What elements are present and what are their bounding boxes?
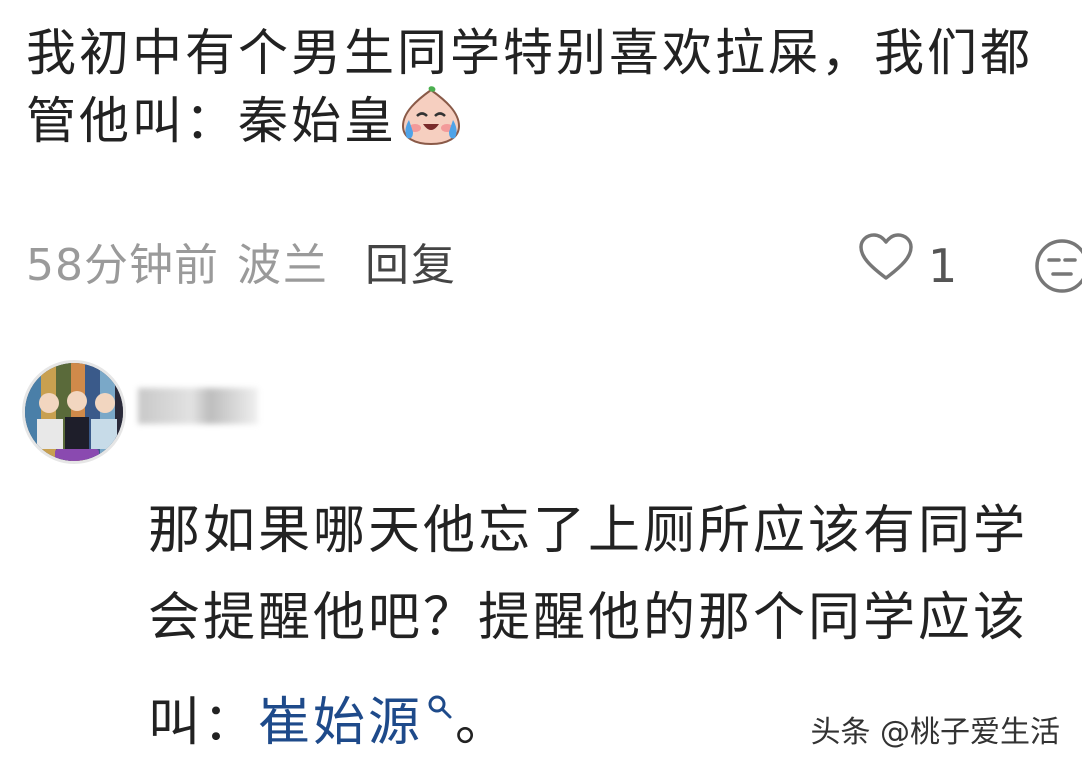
username-blurred[interactable] xyxy=(138,388,258,424)
laugh-cry-emoji-icon xyxy=(397,86,465,146)
avatar[interactable] xyxy=(22,360,126,464)
heart-icon xyxy=(858,232,914,300)
watermark: 头条 @桃子爱生活 xyxy=(810,715,1060,750)
reply-end-punct: 。 xyxy=(455,693,511,753)
comment-time: 58分钟前 xyxy=(26,240,219,291)
comment-body: 我初中有个男生同学特别喜欢拉屎，我们都管他叫：秦始皇 xyxy=(26,24,1033,150)
reply-button[interactable]: 回复 xyxy=(365,240,457,291)
expressionless-face-icon[interactable] xyxy=(1034,238,1082,294)
comment-meta-row: 58分钟前 波兰 回复 1 xyxy=(26,232,1082,300)
search-icon[interactable] xyxy=(425,662,455,719)
search-link[interactable]: 崔始源 xyxy=(258,693,423,753)
like-button[interactable]: 1 xyxy=(858,232,958,300)
comment-text: 我初中有个男生同学特别喜欢拉屎，我们都管他叫：秦始皇 xyxy=(26,20,1066,154)
like-count: 1 xyxy=(928,239,958,293)
comment-location: 波兰 xyxy=(237,240,329,291)
